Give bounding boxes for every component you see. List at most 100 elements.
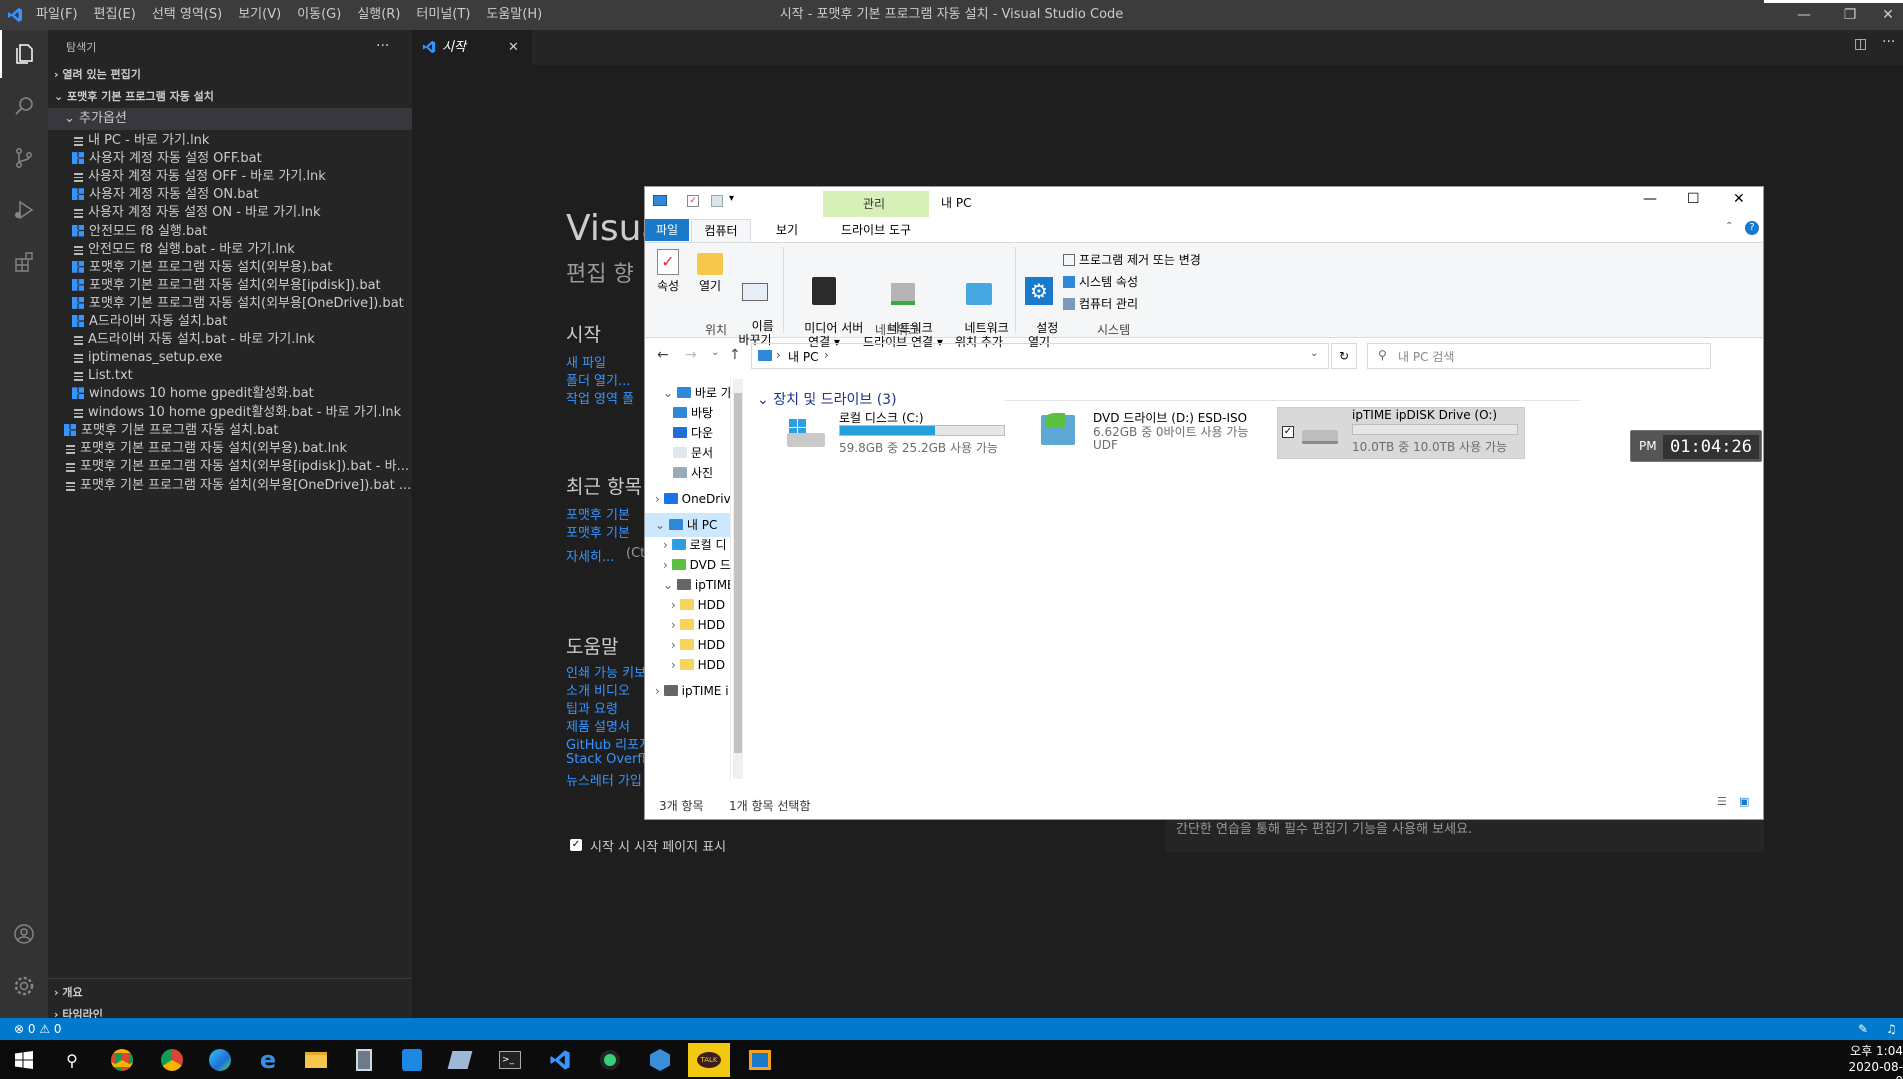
- address-dropdown-icon[interactable]: ⌄: [1310, 348, 1318, 359]
- drive-o-checkbox[interactable]: ✓: [1282, 426, 1294, 438]
- chrome-icon[interactable]: [102, 1044, 142, 1076]
- uninstall-button[interactable]: 프로그램 제거 또는 변경: [1063, 251, 1201, 268]
- open-editors-header[interactable]: › 열려 있는 편집기: [48, 64, 412, 86]
- new-file-link[interactable]: 새 파일: [566, 352, 606, 371]
- chevron-right-icon[interactable]: ›: [663, 558, 672, 572]
- close-button[interactable]: ✕: [1873, 0, 1903, 30]
- settings-activity[interactable]: [0, 962, 48, 1010]
- shield-app-icon[interactable]: [640, 1044, 680, 1076]
- forward-button[interactable]: →: [685, 347, 697, 363]
- menu-edit[interactable]: 편집(E): [86, 0, 144, 30]
- folder-header[interactable]: ⌄ 포맷후 기본 프로그램 자동 설치: [48, 86, 412, 108]
- computer-management-button[interactable]: 컴퓨터 관리: [1063, 295, 1138, 312]
- restore-button[interactable]: ❐: [1827, 0, 1873, 30]
- search-activity[interactable]: [0, 82, 48, 130]
- chevron-right-icon[interactable]: ›: [663, 538, 672, 552]
- tab-view[interactable]: 보기: [767, 219, 807, 241]
- chevron-right-icon[interactable]: ›: [671, 638, 680, 652]
- kakaotalk-icon[interactable]: TALK: [688, 1043, 730, 1077]
- refresh-button[interactable]: ↻: [1331, 343, 1357, 369]
- problems-indicator[interactable]: ⊗ 0 ⚠ 0: [14, 1018, 62, 1040]
- details-view-icon[interactable]: ☰: [1717, 795, 1727, 808]
- collapse-ribbon-icon[interactable]: ⌃: [1725, 221, 1733, 232]
- windowed-app-icon[interactable]: [740, 1044, 780, 1076]
- chevron-right-icon[interactable]: ›: [671, 598, 680, 612]
- tab-drive-tools[interactable]: 드라이브 도구: [823, 219, 929, 241]
- drive-c[interactable]: 로컬 디스크 (C:) 59.8GB 중 25.2GB 사용 가능: [787, 409, 1019, 459]
- chevron-right-icon[interactable]: ›: [655, 684, 664, 698]
- taskbar-date[interactable]: 2020-08-0: [1848, 1060, 1903, 1079]
- explorer-activity[interactable]: [0, 30, 48, 78]
- up-button[interactable]: ↑: [729, 347, 741, 363]
- more-actions-button[interactable]: ···: [376, 30, 389, 65]
- maps-app-icon[interactable]: [590, 1044, 630, 1076]
- help-link-videos[interactable]: 소개 비디오: [566, 680, 630, 699]
- help-icon[interactable]: ?: [1745, 221, 1759, 235]
- recent-link-1[interactable]: 포맷후 기본: [566, 504, 630, 523]
- menu-go[interactable]: 이동(G): [289, 0, 349, 30]
- back-button[interactable]: ←: [657, 347, 669, 363]
- menu-file[interactable]: 파일(F): [28, 0, 86, 30]
- recent-locations-button[interactable]: ⌄: [711, 347, 719, 358]
- chevron-right-icon[interactable]: ›: [671, 658, 680, 672]
- nav-item[interactable]: › ipTIME i: [645, 679, 730, 703]
- open-folder-link[interactable]: 폴더 열기...: [566, 370, 630, 389]
- help-link-tips[interactable]: 팁과 요령: [566, 698, 618, 717]
- tab-file[interactable]: 파일: [645, 219, 689, 241]
- tiles-view-icon[interactable]: ▣: [1739, 795, 1749, 808]
- tab-welcome[interactable]: 시작 ✕: [412, 30, 532, 65]
- extensions-activity[interactable]: [0, 238, 48, 286]
- source-control-activity[interactable]: [0, 134, 48, 182]
- more-recent-link[interactable]: 자세히...: [566, 546, 614, 565]
- more-icon[interactable]: ···: [1882, 34, 1895, 50]
- internet-explorer-icon[interactable]: e: [248, 1044, 288, 1076]
- help-link-stackoverflow[interactable]: Stack Overflo: [566, 752, 654, 767]
- explorer-minimize-button[interactable]: —: [1643, 191, 1657, 207]
- help-link-keyboard[interactable]: 인쇄 가능 키보: [566, 662, 646, 681]
- drive-d[interactable]: DVD 드라이브 (D:) ESD-ISO 6.62GB 중 0바이트 사용 가…: [1041, 409, 1273, 459]
- help-link-github[interactable]: GitHub 리포지: [566, 734, 651, 753]
- address-bar[interactable]: › 내 PC › ⌄: [751, 343, 1329, 369]
- show-on-start-checkbox[interactable]: ✓: [570, 839, 582, 851]
- menu-selection[interactable]: 선택 영역(S): [144, 0, 230, 30]
- notifications-icon[interactable]: ♫: [1886, 1018, 1897, 1040]
- accounts-activity[interactable]: [0, 910, 48, 958]
- split-editor-icon[interactable]: ◫: [1854, 36, 1874, 56]
- nav-scrollbar[interactable]: [733, 379, 743, 779]
- chevron-down-icon[interactable]: ⌄: [655, 518, 669, 532]
- qa-dropdown-icon[interactable]: ▾: [729, 193, 734, 204]
- search-taskbar-icon[interactable]: ⚲: [52, 1044, 92, 1076]
- devices-section-header[interactable]: ⌄ 장치 및 드라이브 (3): [757, 389, 897, 409]
- help-link-docs[interactable]: 제품 설명서: [566, 716, 630, 735]
- chevron-right-icon[interactable]: ›: [655, 492, 664, 506]
- add-workspace-link[interactable]: 작업 영역 폴: [566, 388, 634, 407]
- nav-item[interactable]: › OneDriv: [645, 487, 730, 511]
- run-activity[interactable]: [0, 186, 48, 234]
- terminal-icon[interactable]: >_: [490, 1044, 530, 1076]
- search-box[interactable]: ⚲ 내 PC 검색: [1367, 343, 1711, 369]
- system-properties-button[interactable]: 시스템 속성: [1063, 273, 1138, 290]
- minimize-button[interactable]: —: [1781, 0, 1827, 30]
- new-folder-qa-icon[interactable]: [711, 195, 723, 207]
- file-item[interactable]: 포맷후 기본 프로그램 자동 설치(외부용[OneDrive]).bat ...: [48, 475, 412, 497]
- chevron-down-icon[interactable]: ⌄: [663, 386, 677, 400]
- app-icon[interactable]: [392, 1044, 432, 1076]
- drive-o[interactable]: ✓ ipTIME ipDISK Drive (O:) 10.0TB 중 10.0…: [1277, 407, 1525, 459]
- nav-item[interactable]: 사진: [645, 461, 730, 485]
- notes-icon[interactable]: [440, 1044, 480, 1076]
- recent-link-2[interactable]: 포맷후 기본: [566, 522, 630, 541]
- vscode-taskbar-icon[interactable]: [540, 1044, 580, 1076]
- chevron-down-icon[interactable]: ⌄: [663, 578, 677, 592]
- close-icon[interactable]: ✕: [508, 30, 519, 65]
- file-explorer-icon[interactable]: [296, 1044, 336, 1076]
- menu-terminal[interactable]: 터미널(T): [408, 0, 478, 30]
- explorer-close-button[interactable]: ✕: [1733, 191, 1745, 207]
- menu-help[interactable]: 도움말(H): [478, 0, 550, 30]
- chevron-right-icon[interactable]: ›: [671, 618, 680, 632]
- edge-icon[interactable]: [200, 1044, 240, 1076]
- subfolder-row[interactable]: ⌄ 추가옵션: [48, 108, 412, 130]
- calculator-icon[interactable]: [344, 1044, 384, 1076]
- open-button[interactable]: 열기: [695, 249, 725, 293]
- tab-computer[interactable]: 컴퓨터: [691, 219, 751, 243]
- help-link-newsletter[interactable]: 뉴스레터 가입: [566, 770, 642, 789]
